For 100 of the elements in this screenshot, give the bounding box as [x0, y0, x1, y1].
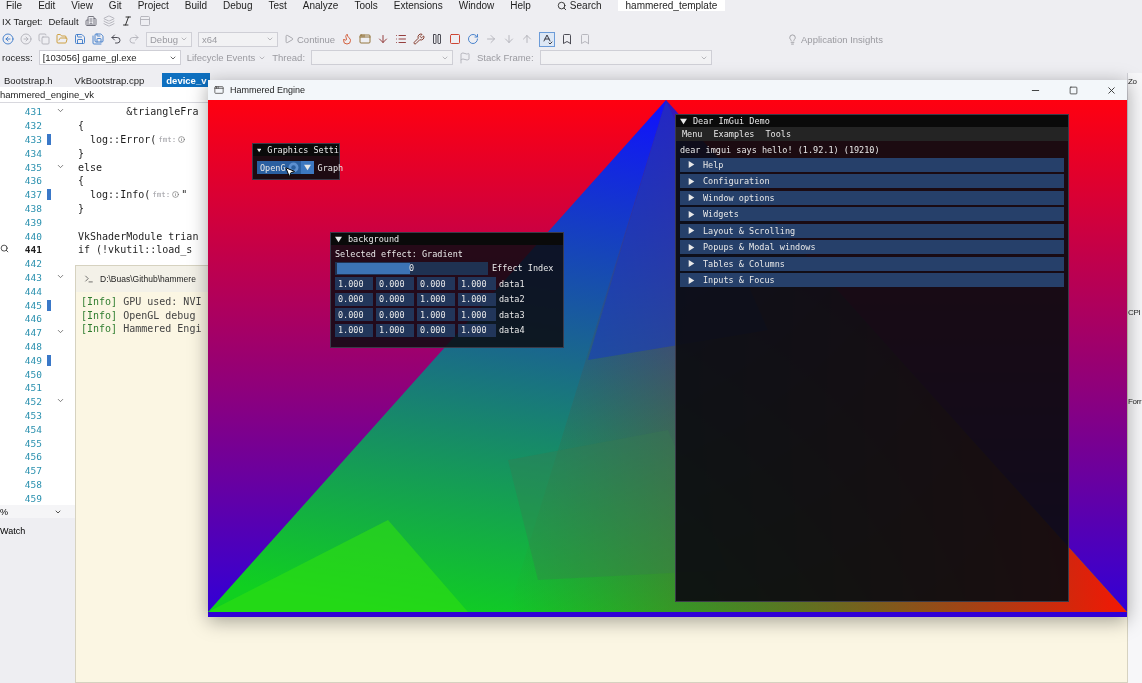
line-number: 456 — [23, 451, 42, 463]
collapsing-header[interactable]: Tables & Columns — [680, 256, 1064, 271]
line-number: 449 — [23, 354, 42, 366]
solution-title: hammered_template — [617, 0, 726, 11]
flame-icon[interactable] — [341, 33, 354, 45]
menu-item[interactable]: Git — [108, 0, 122, 11]
terminal-icon — [84, 274, 94, 284]
line-number: 445 — [23, 299, 42, 311]
collapsing-header[interactable]: Widgets — [680, 207, 1064, 221]
code-text: else — [78, 161, 103, 173]
effect-slider[interactable]: 0 — [335, 261, 488, 275]
number-field[interactable]: 1.000 — [458, 323, 496, 337]
number-field[interactable]: 1.000 — [458, 277, 496, 290]
process-select[interactable]: [103056] game_gl.exe — [38, 50, 181, 65]
effect-text: Selected effect: Gradient — [335, 249, 464, 259]
window-icon[interactable] — [359, 33, 372, 45]
back-icon[interactable] — [2, 33, 14, 45]
number-field[interactable]: 1.000 — [335, 277, 373, 290]
collapsing-header[interactable]: Help — [680, 157, 1064, 172]
collapsing-header[interactable]: Layout & Scrolling — [680, 223, 1064, 238]
step-icon[interactable] — [377, 33, 390, 45]
number-field[interactable]: 0.000 — [417, 277, 455, 290]
number-field[interactable]: 1.000 — [376, 323, 414, 337]
line-number: 450 — [23, 368, 42, 380]
editor-tab[interactable]: Bootstrap.h — [0, 73, 57, 87]
collapsing-header[interactable]: Configuration — [680, 174, 1064, 188]
menu-item[interactable]: Edit — [38, 0, 56, 11]
code-text: log::Error( — [89, 134, 157, 145]
spell-check-button[interactable] — [539, 31, 556, 47]
menu-item[interactable]: Help — [510, 0, 531, 11]
menu-item[interactable]: Project — [137, 0, 169, 11]
save-icon[interactable] — [74, 33, 86, 45]
window-title: Hammered Engine — [230, 85, 306, 95]
menu-item[interactable]: Window — [458, 0, 495, 11]
code-text: " — [181, 189, 188, 201]
menu-item[interactable]: Tools — [354, 0, 378, 11]
editor-tab[interactable]: VkBootstrap.cpp — [70, 73, 149, 87]
collapsing-header[interactable]: Window options — [680, 190, 1064, 205]
code-text: { — [78, 175, 85, 187]
collapsing-header[interactable]: Inputs & Focus — [680, 273, 1064, 287]
number-field[interactable]: 1.000 — [335, 323, 373, 337]
list-icon[interactable] — [395, 33, 408, 45]
number-field[interactable]: 1.000 — [417, 292, 455, 306]
italic-icon[interactable] — [120, 15, 133, 27]
restart-icon[interactable] — [467, 33, 480, 45]
editor-tab[interactable]: device_v — [162, 73, 211, 87]
renderer-combo[interactable]: OpenG — [257, 161, 314, 174]
collapsing-header[interactable]: Popups & Modal windows — [680, 240, 1064, 254]
menu-item[interactable]: File — [6, 0, 23, 11]
bookmark-icon[interactable] — [561, 33, 574, 45]
build-icon[interactable] — [84, 15, 97, 27]
number-field[interactable]: 0.000 — [335, 292, 373, 306]
row-label: data1 — [499, 278, 525, 289]
menu-item[interactable]: Menu — [682, 129, 703, 139]
number-field[interactable]: 1.000 — [458, 308, 496, 321]
number-field[interactable]: 0.000 — [376, 292, 414, 306]
arrow-down-icon[interactable] — [503, 33, 516, 45]
thread-label: Thread: — [272, 52, 306, 63]
flag-icon[interactable] — [459, 51, 472, 64]
wrench-icon[interactable] — [413, 33, 426, 45]
code-text: { — [78, 120, 85, 132]
project-name[interactable]: hammered_engine_vk — [0, 89, 94, 100]
save-all-icon[interactable] — [92, 33, 104, 45]
number-field[interactable]: 0.000 — [376, 277, 414, 290]
menu-item[interactable]: Examples — [713, 129, 755, 139]
menu-item[interactable]: View — [71, 0, 93, 11]
hello-text: dear imgui says hello! (1.92.1) (19210) — [680, 145, 881, 155]
number-field[interactable]: 1.000 — [458, 292, 496, 306]
window-title: background — [348, 234, 400, 244]
line-number: 440 — [23, 230, 42, 242]
number-field[interactable]: 1.000 — [417, 308, 455, 321]
line-number: 454 — [23, 423, 42, 435]
menu-item[interactable]: Test — [268, 0, 287, 11]
folder-icon[interactable] — [56, 33, 68, 45]
menu-item[interactable]: Debug — [223, 0, 253, 11]
watch-tab[interactable]: Watch — [0, 526, 26, 537]
menu-item[interactable]: Analyze — [302, 0, 339, 11]
menu-item[interactable]: Tools — [765, 129, 792, 139]
undo-icon[interactable] — [110, 33, 122, 45]
number-field[interactable]: 0.000 — [376, 308, 414, 321]
menu-item[interactable]: Build — [184, 0, 207, 11]
line-number: 435 — [23, 161, 42, 173]
info-icon — [172, 191, 180, 199]
line-number: 438 — [23, 202, 42, 214]
copy-icon[interactable] — [38, 33, 50, 45]
line-number: 432 — [23, 120, 42, 132]
pause-icon[interactable] — [431, 33, 444, 45]
menu-item[interactable]: Extensions — [393, 0, 443, 11]
search-button[interactable]: Search — [556, 0, 602, 11]
panel-icon[interactable] — [138, 15, 151, 27]
collapse-icon — [335, 235, 342, 243]
number-field[interactable]: 0.000 — [417, 323, 455, 337]
target-value[interactable]: Default — [48, 15, 79, 27]
stop-icon[interactable] — [449, 33, 462, 45]
redo-icon[interactable] — [128, 33, 140, 45]
forward-icon[interactable] — [20, 33, 32, 45]
number-field[interactable]: 0.000 — [335, 308, 373, 321]
layers-icon[interactable] — [102, 15, 115, 27]
thread-select[interactable] — [311, 50, 454, 65]
app-icon — [214, 85, 224, 95]
